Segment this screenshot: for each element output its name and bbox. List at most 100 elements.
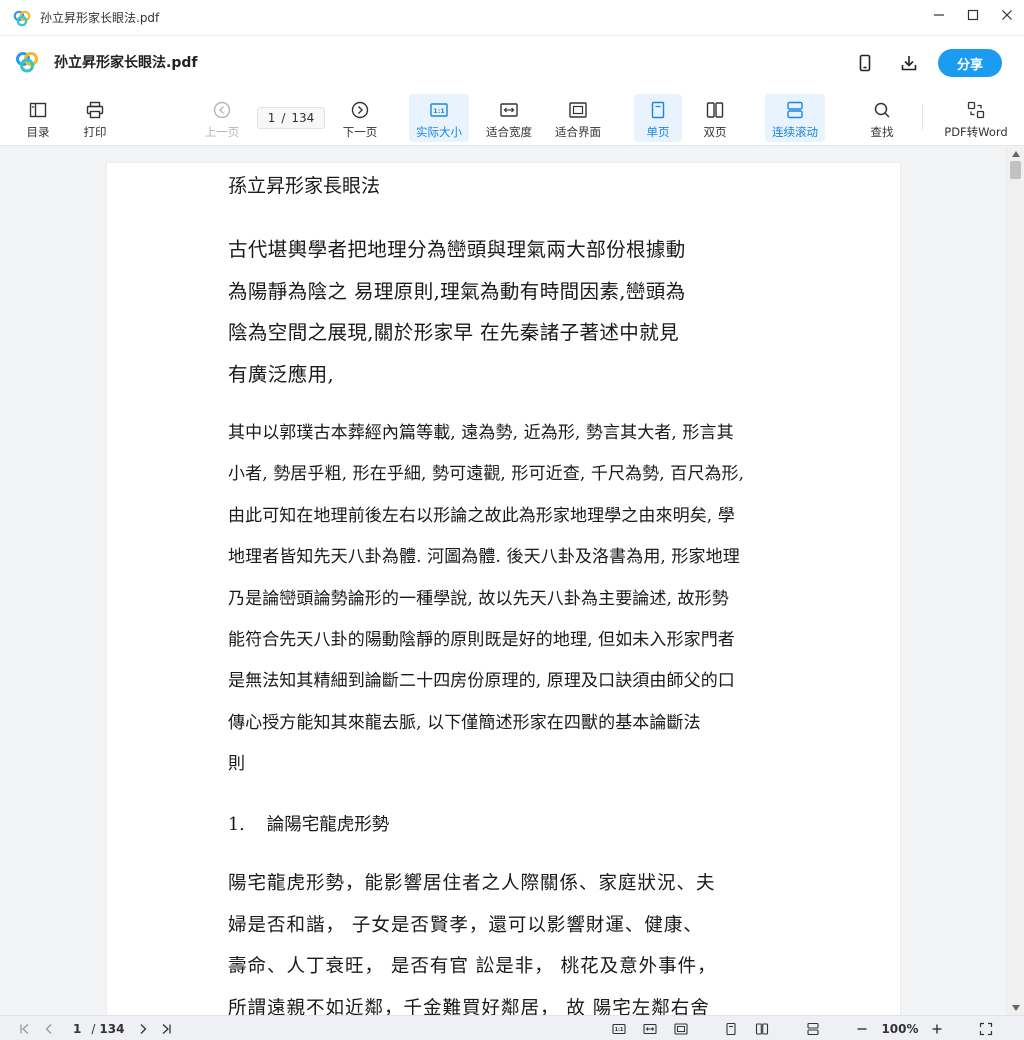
maximize-button[interactable] [956, 0, 990, 30]
single-page-icon [726, 1022, 736, 1035]
zoom-in-button[interactable] [927, 1016, 947, 1040]
text-line: 是無法知其精細到論斷二十四房份原理的, 原理及口訣須由師父的口 [228, 671, 735, 692]
status-bar: 1 / 134 1:1 100% [0, 1015, 1024, 1040]
document-heading: 孫立昇形家長眼法 [228, 175, 381, 197]
prev-page-label: 上一页 [204, 125, 240, 139]
status-actual-size-button[interactable]: 1:1 [609, 1016, 629, 1040]
fullscreen-button[interactable] [976, 1016, 996, 1040]
double-page-button[interactable]: 双页 [693, 94, 737, 142]
fit-page-button[interactable]: 适合界面 [549, 94, 607, 142]
chevron-left-circle-icon [213, 101, 231, 119]
mobile-button[interactable] [850, 48, 880, 78]
double-page-icon [755, 1022, 769, 1035]
status-total-pages: 134 [99, 1021, 125, 1036]
first-page-button[interactable] [16, 1016, 34, 1040]
section-heading: 1. 論陽宅龍虎形勢 [228, 811, 389, 836]
actual-size-icon: 1:1 [612, 1023, 626, 1034]
vertical-scrollbar[interactable] [1006, 147, 1024, 1015]
page-input[interactable]: 1 / 134 [257, 107, 325, 129]
status-double-page-button[interactable] [752, 1016, 772, 1040]
maximize-icon [967, 9, 979, 21]
zoom-level[interactable]: 100% [876, 1016, 924, 1040]
toc-label: 目录 [26, 125, 50, 139]
status-page-indicator[interactable]: 1 / 134 [73, 1016, 124, 1040]
prev-page-button[interactable]: 上一页 [200, 94, 244, 142]
scroll-up-arrow-icon[interactable] [1011, 149, 1021, 159]
double-page-icon [706, 102, 724, 118]
minus-icon [857, 1027, 867, 1030]
minimize-icon [934, 14, 944, 16]
single-page-label: 单页 [646, 125, 670, 139]
text-line: 古代堪輿學者把地理分為巒頭與理氣兩大部份根據動 [228, 238, 686, 261]
toolbar-divider [922, 104, 923, 130]
paragraph-2: 其中以郭璞古本葬經內篇等載, 遠為勢, 近為形, 勢言其大者, 形言其 小者, … [228, 413, 744, 786]
next-page-button[interactable]: 下一页 [338, 94, 382, 142]
status-next-page-button[interactable] [134, 1016, 152, 1040]
section-number: 1. [228, 815, 245, 835]
download-button[interactable] [894, 48, 924, 78]
pdf-page: 孫立昇形家長眼法 古代堪輿學者把地理分為巒頭與理氣兩大部份根據動 為陽靜為陰之 … [107, 163, 900, 1015]
text-line: 壽命、人丁衰旺， 是否有官 訟是非， 桃花及意外事件， [228, 956, 717, 977]
window-title: 孙立昇形家长眼法.pdf [40, 11, 160, 25]
zoom-out-button[interactable] [852, 1016, 872, 1040]
actual-size-button[interactable]: 1:1 实际大小 [409, 94, 469, 142]
document-title: 孙立昇形家长眼法.pdf [54, 55, 198, 71]
text-line: 所謂遠親不如近鄰，千金難買好鄰居， 故 陽宅左鄰右舍 [228, 997, 710, 1016]
page-separator: / [281, 111, 286, 125]
minimize-button[interactable] [922, 0, 956, 30]
share-button[interactable]: 分享 [938, 49, 1002, 77]
text-line: 由此可知在地理前後左右以形論之故此為形家地理學之由來明矣, 學 [228, 505, 735, 526]
scroll-thumb[interactable] [1010, 161, 1021, 179]
fit-width-icon [500, 103, 518, 117]
status-continuous-button[interactable] [803, 1016, 823, 1040]
brand-logo-icon [16, 52, 38, 73]
pdf-to-word-button[interactable]: PDF转Word [942, 94, 1010, 142]
actual-size-icon-text: 1:1 [433, 107, 445, 115]
toc-icon [29, 102, 47, 118]
app-header: 孙立昇形家长眼法.pdf 分享 [0, 36, 1024, 88]
close-button[interactable] [990, 0, 1024, 30]
status-fit-width-button[interactable] [640, 1016, 660, 1040]
chevron-right-circle-icon [351, 101, 369, 119]
print-label: 打印 [83, 125, 107, 139]
continuous-scroll-icon [787, 101, 803, 119]
download-icon [901, 56, 917, 71]
fit-width-label: 适合宽度 [486, 125, 532, 139]
phone-icon [859, 54, 871, 72]
print-button[interactable]: 打印 [77, 94, 113, 142]
continuous-scroll-label: 连续滚动 [772, 125, 818, 139]
convert-icon [967, 101, 985, 119]
next-page-label: 下一页 [342, 125, 378, 139]
status-actual-size-icon-text: 1:1 [615, 1027, 624, 1033]
fit-page-label: 适合界面 [555, 125, 601, 139]
fit-width-button[interactable]: 适合宽度 [480, 94, 538, 142]
first-page-icon [20, 1023, 29, 1034]
fit-width-icon [643, 1023, 657, 1034]
chevron-right-icon [140, 1023, 147, 1034]
last-page-icon [162, 1023, 171, 1034]
double-page-label: 双页 [703, 125, 727, 139]
actual-size-label: 实际大小 [416, 125, 462, 139]
continuous-scroll-button[interactable]: 连续滚动 [765, 94, 825, 142]
status-single-page-button[interactable] [721, 1016, 741, 1040]
search-icon [874, 102, 890, 118]
continuous-scroll-icon [807, 1022, 819, 1035]
text-line: 其中以郭璞古本葬經內篇等載, 遠為勢, 近為形, 勢言其大者, 形言其 [228, 423, 734, 443]
actual-size-icon: 1:1 [430, 103, 448, 117]
text-line: 傳心授方能知其來龍去脈, 以下僅簡述形家在四獸的基本論斷法 [228, 712, 701, 733]
paragraph-3: 陽宅龍虎形勢，能影響居住者之人際關係、家庭狀況、夫 婦是否和諧， 子女是否賢孝，… [228, 863, 717, 1015]
fullscreen-icon [979, 1022, 993, 1035]
document-viewer[interactable]: 孫立昇形家長眼法 古代堪輿學者把地理分為巒頭與理氣兩大部份根據動 為陽靜為陰之 … [0, 147, 1006, 1015]
last-page-button[interactable] [157, 1016, 175, 1040]
chevron-left-icon [45, 1023, 52, 1034]
printer-icon [86, 101, 104, 119]
status-prev-page-button[interactable] [40, 1016, 58, 1040]
search-button[interactable]: 查找 [862, 94, 902, 142]
close-icon [1002, 10, 1012, 20]
scroll-down-arrow-icon[interactable] [1011, 1003, 1021, 1013]
status-page-separator: / [91, 1021, 96, 1036]
toc-button[interactable]: 目录 [20, 94, 56, 142]
single-page-button[interactable]: 单页 [634, 94, 682, 142]
plus-icon [932, 1024, 942, 1033]
status-fit-page-button[interactable] [671, 1016, 691, 1040]
